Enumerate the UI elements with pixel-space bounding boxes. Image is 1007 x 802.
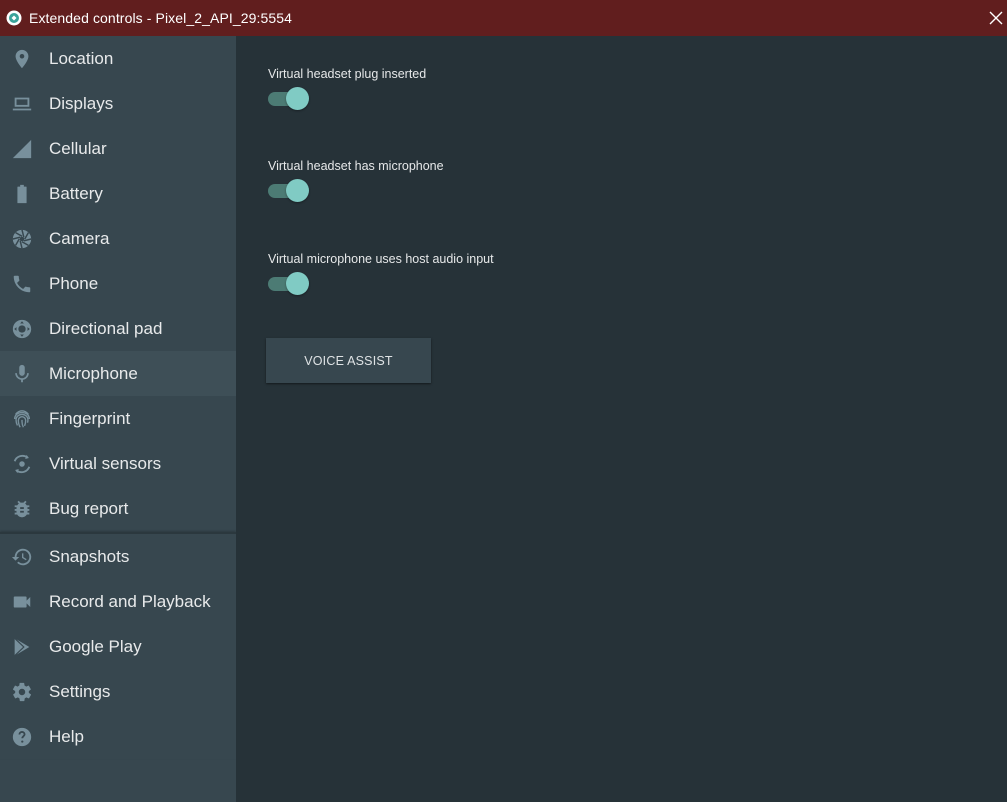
sidebar-item-bug-report[interactable]: Bug report [0, 486, 236, 531]
host-audio-input-toggle[interactable] [268, 270, 310, 296]
setting-label: Virtual headset has microphone [268, 159, 444, 173]
sidebar-item-label: Location [49, 48, 114, 68]
sidebar-item-label: Battery [49, 183, 103, 203]
help-icon [11, 726, 33, 748]
headset-microphone-toggle[interactable] [268, 177, 310, 203]
sidebar-item-label: Phone [49, 273, 99, 293]
sidebar-item-virtual-sensors[interactable]: Virtual sensors [0, 441, 236, 486]
display-icon [11, 93, 33, 115]
setting-label: Virtual headset plug inserted [268, 67, 427, 81]
sidebar-primary-group: Location Displays Cellular Battery Camer… [0, 36, 236, 531]
sidebar-item-label: Microphone [49, 363, 138, 383]
voice-assist-button[interactable]: VOICE ASSIST [266, 338, 431, 383]
toggle-thumb [286, 87, 309, 110]
sidebar-item-help[interactable]: Help [0, 714, 236, 759]
close-icon[interactable] [985, 0, 1007, 36]
location-pin-icon [11, 48, 33, 70]
videocam-icon [11, 591, 33, 613]
sidebar-item-fingerprint[interactable]: Fingerprint [0, 396, 236, 441]
sidebar-item-cellular[interactable]: Cellular [0, 126, 236, 171]
sidebar-item-google-play[interactable]: Google Play [0, 624, 236, 669]
sidebar-item-location[interactable]: Location [0, 36, 236, 81]
setting-label: Virtual microphone uses host audio input [268, 252, 494, 266]
sidebar-item-label: Fingerprint [49, 408, 131, 428]
sidebar-item-microphone[interactable]: Microphone [0, 351, 236, 396]
microphone-icon [11, 363, 33, 385]
sidebar-item-displays[interactable]: Displays [0, 81, 236, 126]
fingerprint-icon [11, 408, 33, 430]
emulator-app-icon [6, 10, 22, 26]
sidebar-item-snapshots[interactable]: Snapshots [0, 534, 236, 579]
setting-headset-has-microphone: Virtual headset has microphone [268, 159, 444, 202]
microphone-panel: Virtual headset plug inserted Virtual he… [236, 36, 1007, 802]
sidebar-item-camera[interactable]: Camera [0, 216, 236, 261]
sidebar-item-record-and-playback[interactable]: Record and Playback [0, 579, 236, 624]
toggle-thumb [286, 272, 309, 295]
sidebar-item-label: Bug report [49, 498, 129, 518]
sidebar-item-label: Settings [49, 681, 111, 701]
setting-host-audio-input: Virtual microphone uses host audio input [268, 252, 494, 295]
sidebar-item-label: Virtual sensors [49, 453, 162, 473]
history-icon [11, 546, 33, 568]
camera-aperture-icon [11, 228, 33, 250]
gear-icon [11, 681, 33, 703]
sidebar-item-label: Cellular [49, 138, 107, 158]
battery-icon [11, 183, 33, 205]
cellular-signal-icon [11, 138, 33, 160]
setting-headset-plug-inserted: Virtual headset plug inserted [268, 67, 427, 110]
sidebar-item-label: Record and Playback [49, 591, 211, 611]
sidebar-item-directional-pad[interactable]: Directional pad [0, 306, 236, 351]
sidebar-item-settings[interactable]: Settings [0, 669, 236, 714]
sidebar-item-label: Google Play [49, 636, 142, 656]
sidebar-item-label: Camera [49, 228, 110, 248]
dpad-icon [11, 318, 33, 340]
sidebar-item-phone[interactable]: Phone [0, 261, 236, 306]
sidebar-item-label: Directional pad [49, 318, 163, 338]
sidebar-item-battery[interactable]: Battery [0, 171, 236, 216]
sidebar-item-label: Displays [49, 93, 114, 113]
sidebar-secondary-group: Snapshots Record and Playback Google Pla… [0, 532, 236, 759]
sidebar-item-label: Snapshots [49, 546, 130, 566]
title-bar: Extended controls - Pixel_2_API_29:5554 [0, 0, 1007, 36]
bug-icon [11, 498, 33, 520]
headset-plug-toggle[interactable] [268, 85, 310, 111]
google-play-icon [11, 636, 33, 658]
window-title: Extended controls - Pixel_2_API_29:5554 [29, 10, 293, 26]
sidebar-item-label: Help [49, 726, 84, 746]
sidebar: Location Displays Cellular Battery Camer… [0, 36, 236, 802]
phone-icon [11, 273, 33, 295]
toggle-thumb [286, 179, 309, 202]
rotate-sensor-icon [11, 453, 33, 475]
